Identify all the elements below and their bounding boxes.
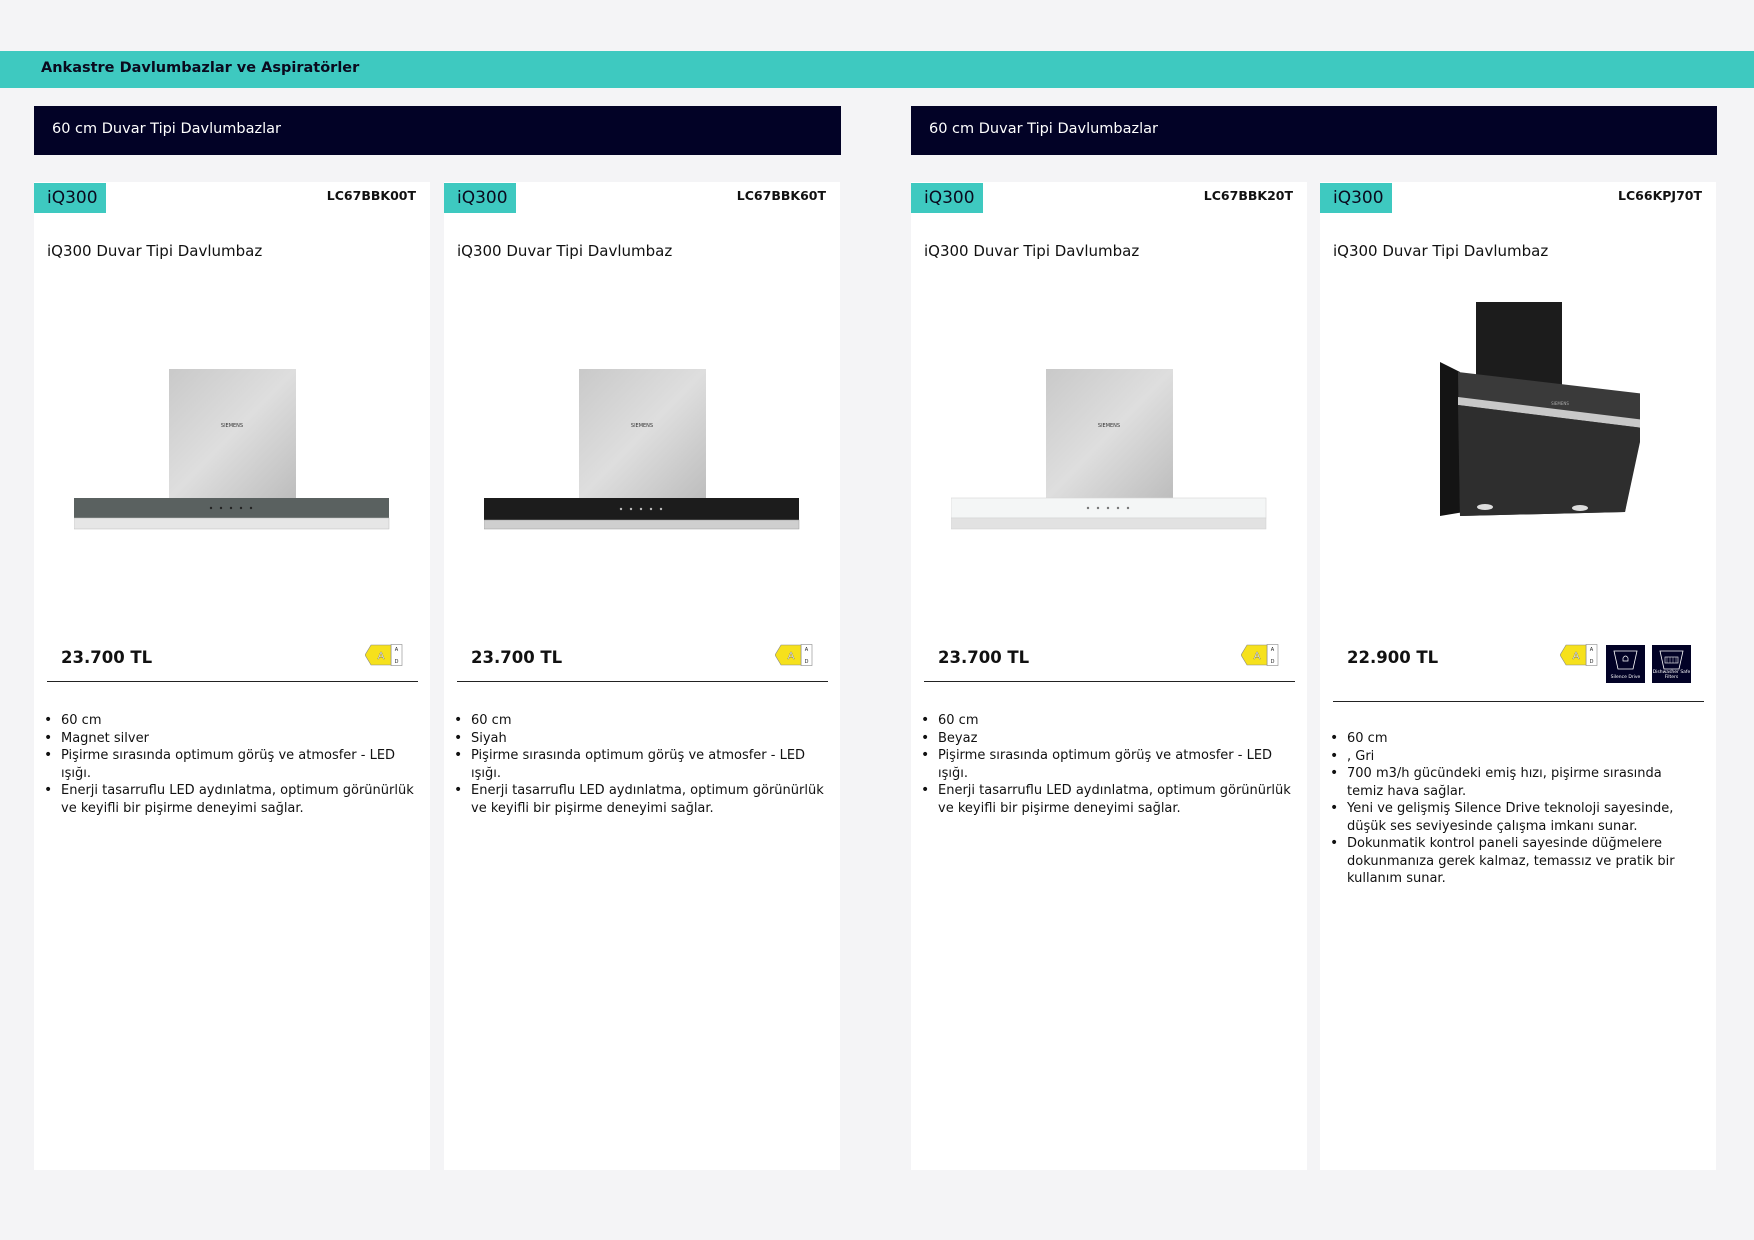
section-header-left: 60 cm Duvar Tipi Davlumbazlar	[34, 106, 841, 155]
feature-icon-label: Dishwasher Safe Filters	[1652, 670, 1691, 680]
feature-item: Beyaz	[921, 730, 1293, 748]
product-card[interactable]: iQ300 LC67BBK00T iQ300 Duvar Tipi Davlum…	[34, 182, 430, 1170]
feature-item: Magnet silver	[44, 730, 416, 748]
feature-item: Enerji tasarruflu LED aydınlatma, optimu…	[44, 782, 416, 817]
product-title: iQ300 Duvar Tipi Davlumbaz	[457, 242, 673, 260]
feature-item: , Gri	[1330, 748, 1702, 766]
feature-item: Yeni ve gelişmiş Silence Drive teknoloji…	[1330, 800, 1702, 835]
svg-text:D: D	[395, 659, 399, 665]
series-badge: iQ300	[34, 183, 106, 213]
feature-list: 60 cm Beyaz Pişirme sırasında optimum gö…	[921, 712, 1293, 817]
feature-item: 60 cm	[44, 712, 416, 730]
divider	[457, 681, 828, 682]
svg-text:A: A	[1573, 651, 1580, 662]
feature-list: 60 cm Siyah Pişirme sırasında optimum gö…	[454, 712, 826, 817]
hood-inclined-icon: SIEMENS	[1440, 302, 1640, 516]
svg-text:A: A	[1590, 647, 1594, 653]
hood-box-icon: SIEMENS	[74, 369, 390, 530]
price: 23.700 TL	[471, 648, 563, 667]
category-banner: Ankastre Davlumbazlar ve Aspiratörler	[0, 51, 1754, 88]
svg-text:D: D	[805, 659, 809, 665]
feature-item: 700 m3/h gücündeki emiş hızı, pişirme sı…	[1330, 765, 1702, 800]
price: 23.700 TL	[938, 648, 1030, 667]
series-badge: iQ300	[444, 183, 516, 213]
product-card[interactable]: iQ300 LC67BBK20T iQ300 Duvar Tipi Davlum…	[911, 182, 1307, 1170]
product-card[interactable]: iQ300 LC66KPJ70T iQ300 Duvar Tipi Davlum…	[1320, 182, 1716, 1170]
feature-list: 60 cm Magnet silver Pişirme sırasında op…	[44, 712, 416, 817]
divider	[1333, 701, 1704, 702]
price: 23.700 TL	[61, 648, 153, 667]
series-badge: iQ300	[911, 183, 983, 213]
product-title: iQ300 Duvar Tipi Davlumbaz	[47, 242, 263, 260]
feature-item: Siyah	[454, 730, 826, 748]
feature-item: Enerji tasarruflu LED aydınlatma, optimu…	[454, 782, 826, 817]
divider	[924, 681, 1295, 682]
section-title: 60 cm Duvar Tipi Davlumbazlar	[929, 121, 1158, 137]
energy-label-icon: A A D	[365, 644, 403, 666]
svg-text:A: A	[378, 651, 385, 662]
svg-text:D: D	[1271, 659, 1275, 665]
category-title: Ankastre Davlumbazlar ve Aspiratörler	[41, 60, 360, 76]
silence-drive-icon: Silence Drive	[1606, 645, 1645, 683]
feature-item: Enerji tasarruflu LED aydınlatma, optimu…	[921, 782, 1293, 817]
brand-logo: SIEMENS	[1551, 401, 1569, 406]
energy-label-icon: A A D	[1241, 644, 1279, 666]
product-title: iQ300 Duvar Tipi Davlumbaz	[924, 242, 1140, 260]
feature-item: Pişirme sırasında optimum görüş ve atmos…	[454, 747, 826, 782]
divider	[47, 681, 418, 682]
model-number: LC67BBK20T	[1203, 188, 1293, 203]
feature-item: 60 cm	[454, 712, 826, 730]
svg-text:D: D	[1590, 659, 1594, 665]
section-header-right: 60 cm Duvar Tipi Davlumbazlar	[911, 106, 1717, 155]
feature-icon-label: Silence Drive	[1610, 675, 1641, 680]
feature-item: Pişirme sırasında optimum görüş ve atmos…	[921, 747, 1293, 782]
svg-text:A: A	[395, 647, 399, 653]
feature-list: 60 cm , Gri 700 m3/h gücündeki emiş hızı…	[1330, 730, 1702, 888]
model-number: LC67BBK00T	[326, 188, 416, 203]
dishwasher-safe-filters-icon: Dishwasher Safe Filters	[1652, 645, 1691, 683]
brand-logo: SIEMENS	[221, 423, 243, 429]
svg-text:A: A	[1254, 651, 1261, 662]
product-title: iQ300 Duvar Tipi Davlumbaz	[1333, 242, 1549, 260]
energy-label-icon: A A D	[1560, 644, 1598, 666]
feature-item: Dokunmatik kontrol paneli sayesinde düğm…	[1330, 835, 1702, 888]
hood-box-icon: SIEMENS	[951, 369, 1267, 530]
model-number: LC67BBK60T	[736, 188, 826, 203]
brand-logo: SIEMENS	[1098, 423, 1120, 429]
energy-label-icon: A A D	[775, 644, 813, 666]
svg-text:A: A	[1271, 647, 1275, 653]
product-card[interactable]: iQ300 LC67BBK60T iQ300 Duvar Tipi Davlum…	[444, 182, 840, 1170]
series-badge: iQ300	[1320, 183, 1392, 213]
feature-item: 60 cm	[921, 712, 1293, 730]
svg-text:A: A	[805, 647, 809, 653]
hood-box-icon: SIEMENS	[484, 369, 800, 530]
svg-text:A: A	[788, 651, 795, 662]
brand-logo: SIEMENS	[631, 423, 653, 429]
section-title: 60 cm Duvar Tipi Davlumbazlar	[52, 121, 281, 137]
feature-item: 60 cm	[1330, 730, 1702, 748]
model-number: LC66KPJ70T	[1618, 188, 1702, 203]
price: 22.900 TL	[1347, 648, 1439, 667]
feature-item: Pişirme sırasında optimum görüş ve atmos…	[44, 747, 416, 782]
